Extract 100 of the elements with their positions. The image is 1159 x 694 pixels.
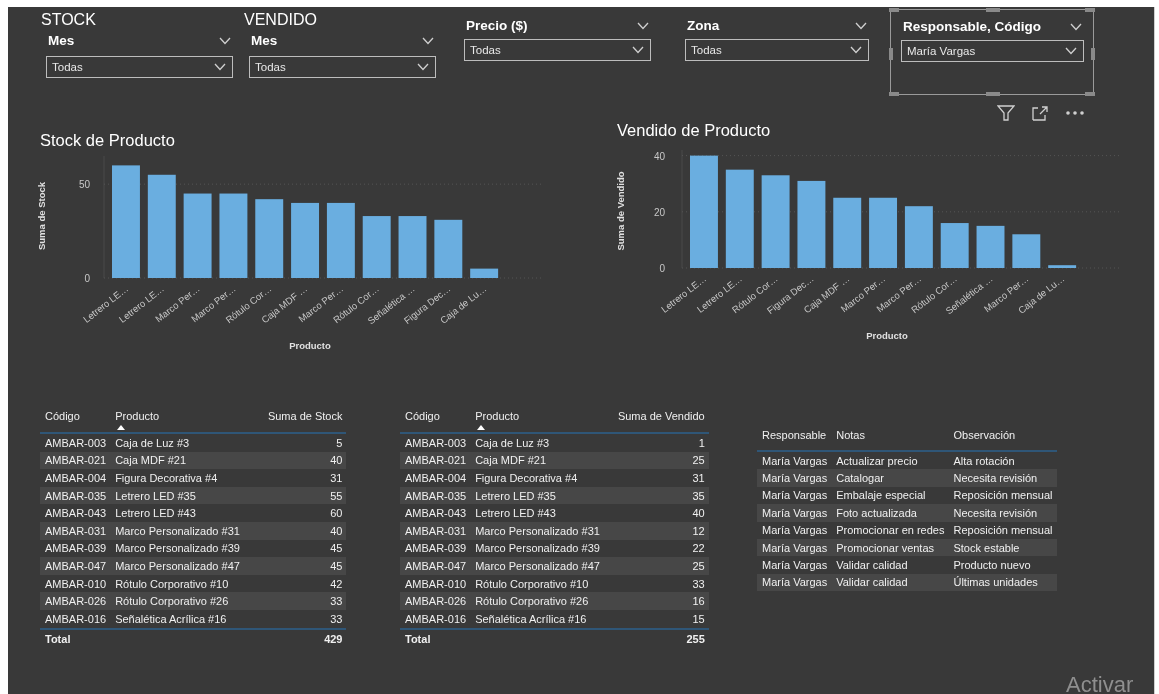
table-cell: AMBAR-010 — [40, 574, 111, 593]
table-cell: Stock estable — [948, 538, 1057, 557]
column-header[interactable]: Notas — [831, 421, 949, 451]
chevron-down-icon[interactable] — [632, 46, 644, 54]
bar[interactable] — [255, 199, 284, 278]
dropdown-field[interactable]: Todas — [46, 56, 233, 78]
table-cell: AMBAR-047 — [40, 557, 111, 575]
focus-mode-icon[interactable] — [1031, 105, 1049, 121]
table-cell: 31 — [603, 469, 709, 487]
bar[interactable] — [183, 193, 212, 278]
filter-icon[interactable] — [997, 105, 1015, 121]
column-header[interactable]: Suma de Stock — [243, 408, 347, 433]
table-cell: 16 — [603, 592, 709, 610]
chevron-down-icon[interactable] — [1070, 22, 1082, 31]
table-cell: 15 — [603, 609, 709, 629]
table-cell: María Vargas — [757, 521, 832, 539]
column-header[interactable]: Observación — [948, 421, 1057, 451]
column-header[interactable]: Producto — [110, 408, 244, 433]
table-cell: AMBAR-016 — [40, 609, 111, 629]
column-header[interactable]: Código — [40, 408, 111, 433]
bar[interactable] — [434, 219, 463, 278]
chevron-down-icon[interactable] — [214, 63, 226, 71]
resize-handle[interactable] — [889, 92, 899, 96]
chevron-down-icon[interactable] — [637, 21, 649, 30]
table-cell: 33 — [243, 609, 347, 629]
column-header[interactable]: Producto — [470, 408, 604, 433]
resize-handle[interactable] — [986, 92, 1000, 96]
table-cell: Producto nuevo — [948, 556, 1057, 574]
bar[interactable] — [833, 197, 862, 268]
bar[interactable] — [797, 180, 826, 268]
column-header[interactable]: Responsable — [757, 421, 832, 451]
dropdown-field[interactable]: Todas — [464, 39, 651, 61]
resize-handle[interactable] — [1091, 48, 1095, 60]
bar[interactable] — [219, 193, 248, 278]
table-cell: María Vargas — [757, 486, 832, 505]
bar[interactable] — [362, 216, 391, 278]
sort-ascending-icon[interactable] — [477, 425, 486, 430]
table-cell: 55 — [243, 486, 347, 505]
bar[interactable] — [1012, 234, 1041, 268]
table-cell: Validar calidad — [831, 573, 949, 592]
more-options-icon[interactable] — [1065, 110, 1085, 116]
table-cell: AMBAR-039 — [400, 539, 471, 558]
chevron-down-icon[interactable] — [1065, 47, 1077, 55]
slicer-label: Precio ($) — [466, 18, 528, 33]
table-cell: Marco Personalizado #31 — [470, 521, 604, 540]
chevron-down-icon[interactable] — [219, 36, 231, 45]
table-cell: Rótulo Corporativo #10 — [470, 574, 604, 593]
bar[interactable] — [761, 175, 790, 268]
table-cell: AMBAR-021 — [400, 451, 471, 470]
bar[interactable] — [291, 202, 320, 278]
resize-handle[interactable] — [889, 48, 893, 60]
dropdown-field[interactable]: Todas — [685, 39, 869, 61]
chevron-down-icon[interactable] — [855, 21, 867, 30]
sort-ascending-icon[interactable] — [117, 425, 126, 430]
bar[interactable] — [940, 223, 969, 268]
bar[interactable] — [398, 216, 427, 278]
resize-handle[interactable] — [1085, 92, 1095, 96]
chevron-down-icon[interactable] — [850, 46, 862, 54]
table-cell: Necesita revisión — [948, 504, 1057, 522]
axis-title: Producto — [866, 330, 908, 341]
resize-handle[interactable] — [986, 8, 1000, 12]
table-cell: Alta rotación — [948, 451, 1057, 470]
bar[interactable] — [725, 169, 754, 268]
bar[interactable] — [904, 206, 933, 268]
chevron-down-icon[interactable] — [417, 63, 429, 71]
chevron-down-icon[interactable] — [422, 36, 434, 45]
dropdown-field[interactable]: María Vargas — [901, 40, 1084, 62]
bar[interactable] — [869, 197, 898, 268]
column-header[interactable]: Código — [400, 408, 471, 433]
dropdown-field[interactable]: Todas — [249, 56, 436, 78]
bar[interactable] — [147, 174, 176, 278]
table-cell: Letrero LED #43 — [470, 504, 604, 522]
resize-handle[interactable] — [1085, 8, 1095, 12]
total-label: Total — [400, 628, 471, 648]
table-cell: AMBAR-003 — [40, 433, 111, 452]
table-cell: AMBAR-035 — [40, 486, 111, 505]
table-cell: 45 — [243, 557, 347, 575]
table-cell: 60 — [243, 504, 347, 522]
table-cell: 35 — [603, 486, 709, 505]
slicer-group-title: VENDIDO — [244, 11, 318, 29]
table-cell: 33 — [243, 592, 347, 610]
resize-handle[interactable] — [889, 8, 899, 12]
bar[interactable] — [326, 202, 355, 278]
table-cell: 1 — [603, 433, 709, 452]
table-cell: 40 — [603, 504, 709, 522]
column-header[interactable]: Suma de Vendido — [603, 408, 709, 433]
table-cell: Embalaje especial — [831, 486, 949, 505]
axis-tick-label: 20 — [653, 206, 665, 218]
table-cell: Rótulo Corporativo #10 — [110, 574, 244, 593]
axis-title: Suma de Stock — [36, 181, 47, 251]
table-cell: AMBAR-043 — [40, 504, 111, 522]
table-cell: Letrero LED #35 — [470, 486, 604, 505]
bar[interactable] — [470, 268, 499, 278]
bar[interactable] — [976, 225, 1005, 268]
slicer-panel[interactable]: Responsable, Código María Vargas — [890, 9, 1094, 95]
table-cell: María Vargas — [757, 504, 832, 522]
total-value: 429 — [243, 628, 347, 648]
table-cell: Caja de Luz #3 — [110, 433, 244, 452]
table-cell: Últimas unidades — [948, 573, 1057, 592]
bar[interactable] — [1048, 265, 1077, 268]
